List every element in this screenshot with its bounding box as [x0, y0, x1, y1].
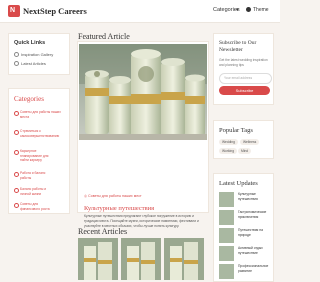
- popular-tags-title: Popular Tags: [219, 127, 253, 134]
- update-title: Путешествия на природе: [238, 228, 263, 237]
- recent-article-image[interactable]: [121, 238, 161, 280]
- logo-letter: N: [10, 7, 16, 14]
- quick-links-card: Quick Links Inspiration Gallery Latest A…: [8, 33, 70, 75]
- update-thumbnail: [219, 264, 234, 279]
- theme-icon: [246, 7, 251, 13]
- quick-link-label: Latest Articles: [21, 61, 46, 66]
- newsletter-description: Get the latest wedding inspiration and p…: [219, 58, 268, 67]
- tag-chip[interactable]: Mind: [238, 148, 252, 155]
- money-rolls-thumbnail: [78, 238, 118, 280]
- update-title: Активный отдых путешествие: [238, 246, 263, 255]
- category-label: Стремиться к самосовершенствованию: [20, 129, 60, 138]
- featured-article-image[interactable]: [79, 44, 207, 140]
- category-label: Советы для работы наших места: [20, 110, 61, 119]
- category-icon: [14, 203, 19, 208]
- categories-title: Categories: [14, 95, 44, 103]
- categories-card: Categories Советы для работы наших места…: [8, 88, 70, 214]
- latest-update-item[interactable]: Путешествия на природе: [219, 228, 271, 246]
- category-label: Советы для финансового роста: [20, 202, 50, 211]
- latest-update-item[interactable]: Культурные путешествия: [219, 192, 271, 210]
- list-icon: [14, 61, 19, 67]
- tag-chip[interactable]: Wellness: [240, 139, 260, 146]
- recent-section-title: Recent Articles: [78, 227, 128, 236]
- quick-link-inspiration[interactable]: Inspiration Gallery: [14, 52, 54, 58]
- newsletter-email-input[interactable]: Your email address: [219, 73, 272, 84]
- update-thumbnail: [219, 210, 234, 225]
- update-thumbnail: [219, 228, 234, 243]
- latest-update-item[interactable]: Активный отдых путешествие: [219, 246, 271, 264]
- update-title: Гастрономические приключения: [238, 210, 267, 219]
- money-rolls-illustration: [79, 44, 207, 140]
- money-rolls-thumbnail: [164, 238, 204, 280]
- recent-article-image[interactable]: [78, 238, 118, 280]
- update-title: Профессиональное развитие: [238, 264, 269, 273]
- lightbulb-icon: [14, 52, 19, 58]
- quick-link-label: Inspiration Gallery: [21, 52, 54, 57]
- update-title: Культурные путешествия: [238, 192, 258, 201]
- top-header: N NextStep Careers Categories ▾ Theme: [0, 0, 280, 23]
- quick-link-latest[interactable]: Latest Articles: [14, 61, 46, 67]
- category-icon: [14, 150, 19, 155]
- latest-updates-card: Latest Updates Культурные путешествия Га…: [213, 173, 274, 282]
- newsletter-card: Subscribe to Our Newsletter Get the late…: [213, 33, 274, 105]
- category-icon: [14, 130, 19, 135]
- tag-chip[interactable]: Wedding: [219, 139, 238, 146]
- tag-chip[interactable]: Working: [219, 148, 238, 155]
- latest-update-item[interactable]: Гастрономические приключения: [219, 210, 271, 228]
- featured-badge-label: Советы для работы наших мест: [88, 194, 142, 198]
- quick-links-title: Quick Links: [14, 40, 46, 46]
- recent-article-image[interactable]: [164, 238, 204, 280]
- latest-update-item[interactable]: Профессиональное развитие: [219, 264, 271, 282]
- category-icon: [14, 111, 19, 116]
- category-icon: [14, 172, 19, 177]
- update-thumbnail: [219, 246, 234, 261]
- category-label: Баланс работы и личной жизни: [20, 187, 47, 196]
- chevron-down-icon[interactable]: ▾: [236, 7, 239, 13]
- category-icon: [14, 188, 19, 193]
- featured-article-card[interactable]: ◎ Советы для работы наших мест Культурны…: [77, 41, 209, 228]
- subscribe-button[interactable]: Subscribe: [219, 86, 270, 95]
- update-thumbnail: [219, 192, 234, 207]
- logo-icon[interactable]: N: [8, 5, 20, 17]
- brand-name[interactable]: NextStep Careers: [23, 6, 87, 16]
- theme-toggle[interactable]: Theme: [246, 7, 269, 13]
- popular-tags-card: Popular Tags Wedding Wellness Working Mi…: [213, 120, 274, 159]
- category-label: Работа и баланс работы: [20, 171, 46, 180]
- featured-category-badge[interactable]: ◎ Советы для работы наших мест: [84, 194, 142, 198]
- newsletter-title: Subscribe to Our Newsletter: [219, 40, 257, 53]
- category-label: Карьерное планирование для найти карьеру: [20, 149, 49, 163]
- featured-section-title: Featured Article: [78, 32, 130, 41]
- money-rolls-thumbnail: [121, 238, 161, 280]
- theme-label: Theme: [253, 7, 269, 13]
- latest-updates-title: Latest Updates: [219, 180, 258, 187]
- featured-headline[interactable]: Культурные путешествия: [84, 205, 154, 212]
